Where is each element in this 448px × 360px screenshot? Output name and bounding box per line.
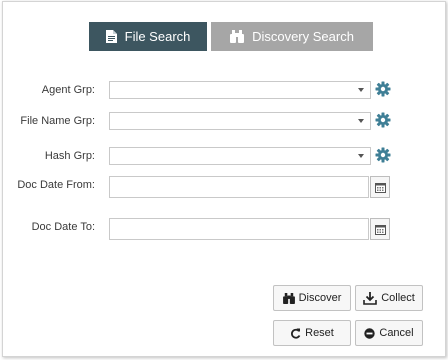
gear-icon[interactable] — [375, 112, 391, 128]
file-name-grp-row: File Name Grp: — [3, 112, 423, 132]
cancel-button[interactable]: Cancel — [355, 320, 423, 346]
doc-date-from-label: Doc Date From: — [17, 179, 95, 191]
discover-button[interactable]: Discover — [273, 285, 351, 311]
download-tray-icon — [363, 291, 377, 305]
cancel-button-label: Cancel — [379, 327, 414, 339]
collect-button[interactable]: Collect — [355, 285, 423, 311]
tab-file-search-label: File Search — [124, 29, 191, 44]
file-name-grp-label: File Name Grp: — [20, 115, 95, 127]
chevron-down-icon — [358, 88, 364, 92]
gear-icon[interactable] — [375, 81, 391, 97]
doc-date-from-row: Doc Date From: — [3, 176, 423, 198]
doc-date-from-input[interactable] — [109, 176, 369, 198]
gear-icon[interactable] — [375, 147, 391, 163]
minus-circle-icon — [364, 327, 376, 339]
discover-button-label: Discover — [298, 292, 342, 304]
hash-grp-row: Hash Grp: — [3, 147, 423, 167]
search-tabs: File Search Discovery Search — [89, 22, 373, 51]
hash-grp-label: Hash Grp: — [44, 150, 95, 162]
binoculars-icon — [230, 30, 245, 43]
collect-button-label: Collect — [381, 292, 415, 304]
reset-button[interactable]: Reset — [273, 320, 351, 346]
doc-date-to-row: Doc Date To: — [3, 218, 423, 240]
chevron-down-icon — [358, 154, 364, 158]
file-name-grp-select[interactable] — [109, 112, 371, 130]
binoculars-icon — [282, 292, 295, 304]
document-icon — [105, 30, 117, 43]
tab-discovery-search-label: Discovery Search — [252, 29, 354, 44]
reset-button-label: Reset — [305, 327, 334, 339]
calendar-icon[interactable] — [370, 176, 390, 198]
search-dialog: File Search Discovery Search Agent Grp: … — [2, 1, 446, 357]
doc-date-to-label: Doc Date To: — [31, 221, 95, 233]
agent-grp-row: Agent Grp: — [3, 81, 423, 101]
chevron-down-icon — [358, 119, 364, 123]
hash-grp-select[interactable] — [109, 147, 371, 165]
tab-file-search[interactable]: File Search — [89, 22, 207, 51]
refresh-icon — [290, 328, 301, 339]
agent-grp-select[interactable] — [109, 81, 371, 99]
agent-grp-label: Agent Grp: — [41, 84, 95, 96]
doc-date-to-input[interactable] — [109, 218, 369, 240]
calendar-icon[interactable] — [370, 218, 390, 240]
tab-discovery-search[interactable]: Discovery Search — [211, 22, 373, 51]
